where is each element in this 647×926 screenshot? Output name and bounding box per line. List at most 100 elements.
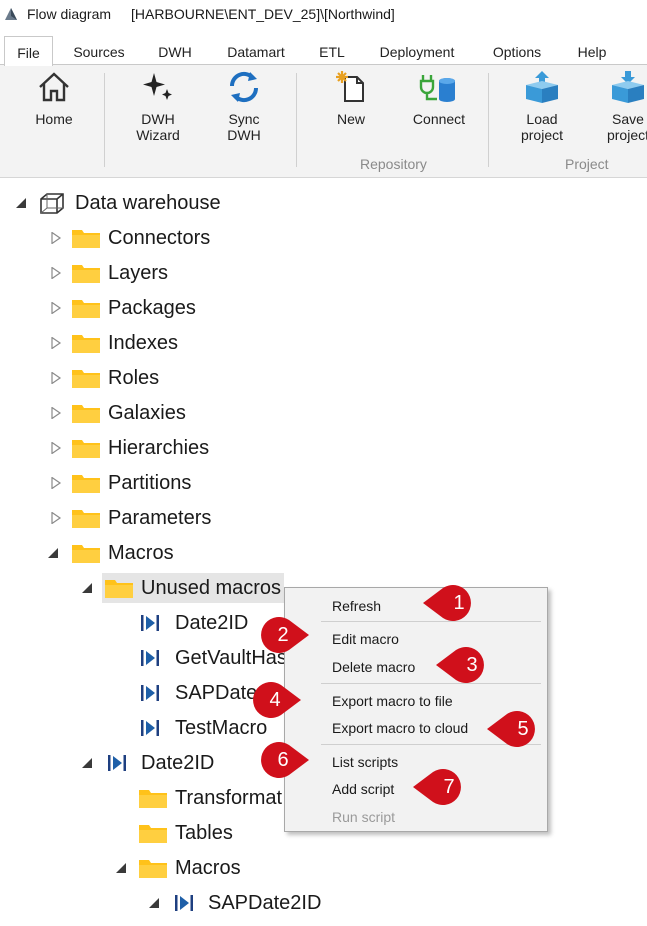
macro-icon: [141, 720, 159, 736]
expanded-arrow-icon[interactable]: [115, 862, 127, 874]
folder-icon: [72, 335, 100, 353]
tree-folder-tables[interactable]: Tables: [0, 818, 284, 848]
dwh-wizard-button[interactable]: DWH Wizard: [128, 69, 188, 143]
tree-folder-partitions[interactable]: Partitions: [0, 468, 300, 498]
tree-macro-item[interactable]: SAPDate: [0, 678, 284, 708]
tab-options[interactable]: Options: [480, 36, 554, 64]
folder-icon: [105, 580, 133, 598]
menu-item-add-script[interactable]: Add script: [332, 780, 394, 798]
expanded-arrow-icon[interactable]: [47, 547, 59, 559]
menu-item-list-scripts[interactable]: List scripts: [332, 753, 398, 771]
folder-icon: [72, 440, 100, 458]
tree-macro-date2id[interactable]: Date2ID: [0, 748, 284, 778]
folder-icon: [72, 545, 100, 563]
save-project-button[interactable]: Save project: [598, 69, 647, 143]
tree-folder-unused-macros[interactable]: Unused macros: [0, 573, 284, 603]
collapsed-arrow-icon[interactable]: [50, 232, 62, 244]
collapsed-arrow-icon[interactable]: [50, 372, 62, 384]
tree-folder-roles[interactable]: Roles: [0, 363, 300, 393]
tree-macro-sapdate2id[interactable]: SAPDate2ID: [0, 888, 400, 918]
collapsed-arrow-icon[interactable]: [50, 442, 62, 454]
tab-dwh[interactable]: DWH: [148, 36, 202, 64]
tree-folder-label: Unused macros: [141, 577, 282, 599]
tree-macro-item[interactable]: Date2ID: [0, 608, 284, 638]
collapsed-arrow-icon[interactable]: [50, 267, 62, 279]
callout-4-number: 4: [269, 689, 281, 711]
group-label-repository: Repository: [360, 156, 427, 172]
cube-icon: [40, 193, 64, 214]
collapsed-arrow-icon[interactable]: [50, 337, 62, 349]
window-title-app: Flow diagram: [27, 6, 112, 22]
sync-dwh-label-1: Sync: [228, 111, 260, 127]
tree-folder-parameters[interactable]: Parameters: [0, 503, 300, 533]
tree-root-label: Data warehouse: [75, 192, 221, 214]
menu-item-refresh[interactable]: Refresh: [332, 597, 381, 615]
collapsed-arrow-icon[interactable]: [50, 302, 62, 314]
tree-folder-packages[interactable]: Packages: [0, 293, 300, 323]
collapsed-arrow-icon[interactable]: [50, 407, 62, 419]
home-icon: [39, 72, 69, 102]
menu-item-delete-macro[interactable]: Delete macro: [332, 658, 415, 676]
tree-folder-sub-macros[interactable]: Macros: [0, 853, 400, 883]
ribbon: Home DWH Wizard Sync DWH New Connect Loa…: [0, 64, 647, 178]
tree-folder-transformations[interactable]: Transformat: [0, 783, 284, 813]
load-project-icon: [526, 71, 558, 103]
tree-root-data-warehouse[interactable]: Data warehouse: [0, 188, 400, 218]
ribbon-tabs: File Sources DWH Datamart ETL Deployment…: [0, 36, 647, 66]
connect-database-icon: [419, 75, 455, 102]
tree-folder-label: Packages: [108, 297, 196, 319]
home-label: Home: [35, 111, 73, 127]
folder-icon: [72, 265, 100, 283]
new-button[interactable]: New: [322, 69, 380, 127]
callout-6-number: 6: [277, 749, 289, 771]
tree-folder-layers[interactable]: Layers: [0, 258, 300, 288]
sync-dwh-button[interactable]: Sync DWH: [214, 69, 274, 143]
menu-separator: [321, 683, 541, 684]
collapsed-arrow-icon[interactable]: [50, 477, 62, 489]
save-project-icon: [612, 71, 644, 103]
tree-folder-hierarchies[interactable]: Hierarchies: [0, 433, 300, 463]
ribbon-separator: [296, 73, 297, 167]
folder-icon: [139, 860, 167, 878]
tab-deployment[interactable]: Deployment: [366, 36, 468, 64]
sparkle-icon: [143, 73, 172, 100]
tree-folder-indexes[interactable]: Indexes: [0, 328, 300, 358]
tree-folder-connectors[interactable]: Connectors: [0, 223, 300, 253]
menu-item-edit-macro[interactable]: Edit macro: [332, 630, 399, 648]
expanded-arrow-icon[interactable]: [81, 757, 93, 769]
tree-folder-label: Connectors: [108, 227, 211, 249]
callout-7: 7: [413, 767, 463, 807]
tab-file[interactable]: File: [4, 36, 53, 66]
callout-3: 3: [436, 645, 486, 685]
dwh-wizard-label-1: DWH: [141, 111, 175, 127]
load-project-button[interactable]: Load project: [512, 69, 572, 143]
expanded-arrow-icon[interactable]: [148, 897, 160, 909]
tree-folder-label: Galaxies: [108, 402, 186, 424]
menu-item-export-macro-to-file[interactable]: Export macro to file: [332, 692, 453, 710]
expanded-arrow-icon[interactable]: [15, 197, 27, 209]
tab-etl[interactable]: ETL: [308, 36, 356, 64]
tree-macro-item[interactable]: TestMacro: [0, 713, 284, 743]
tab-help[interactable]: Help: [564, 36, 620, 64]
callout-5: 5: [487, 709, 537, 749]
tree-folder-label: Roles: [108, 367, 160, 389]
macro-icon: [141, 650, 159, 666]
folder-icon: [139, 790, 167, 808]
tree-macro-label: SAPDate: [175, 682, 258, 704]
folder-icon: [72, 370, 100, 388]
tab-datamart[interactable]: Datamart: [214, 36, 298, 64]
collapsed-arrow-icon[interactable]: [50, 512, 62, 524]
expanded-arrow-icon[interactable]: [81, 582, 93, 594]
callout-1-number: 1: [453, 592, 465, 614]
home-button[interactable]: Home: [24, 69, 84, 127]
tab-sources[interactable]: Sources: [60, 36, 138, 64]
title-bar: Flow diagram [HARBOURNE\ENT_DEV_25]\[Nort…: [0, 0, 647, 32]
tree-folder-macros[interactable]: Macros: [0, 538, 300, 568]
menu-item-export-macro-to-cloud[interactable]: Export macro to cloud: [332, 719, 468, 737]
tree-macro-item[interactable]: GetVaultHas: [0, 643, 284, 673]
tree-folder-galaxies[interactable]: Galaxies: [0, 398, 300, 428]
app-icon: [5, 8, 17, 20]
connect-button[interactable]: Connect: [402, 69, 476, 127]
tree-folder-label: Parameters: [108, 507, 212, 529]
tree-folder-label: Transformat: [175, 787, 283, 809]
